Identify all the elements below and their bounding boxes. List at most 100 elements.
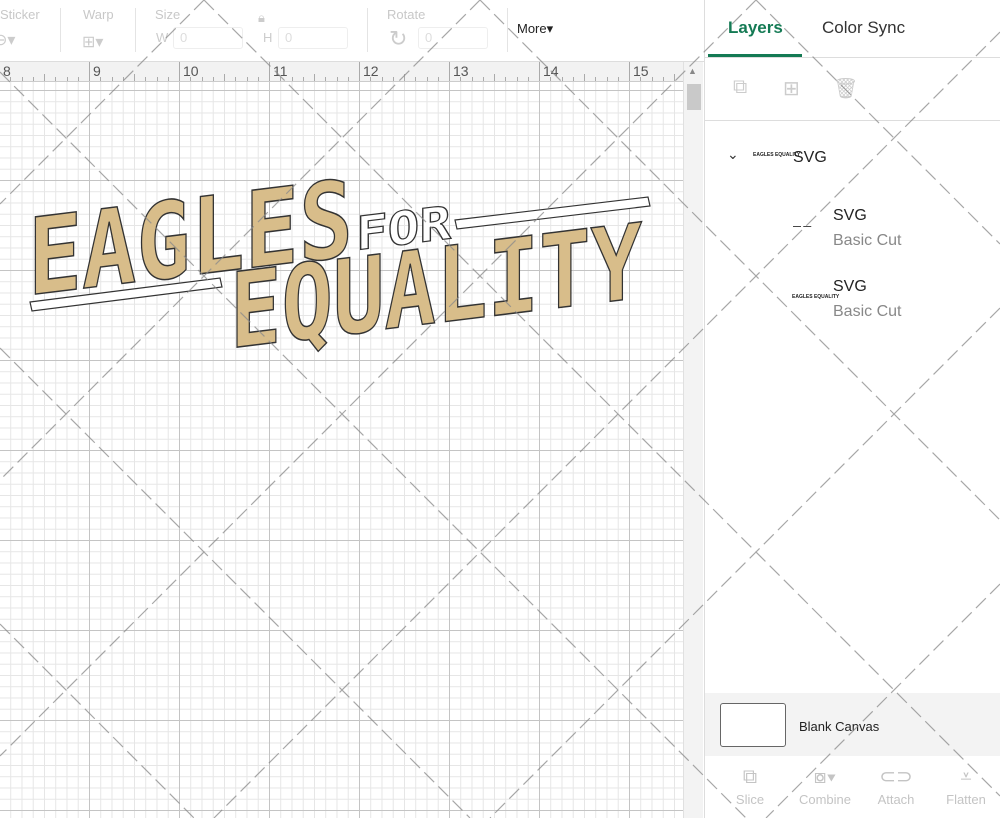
- warp-label: Warp: [83, 7, 114, 22]
- ruler-tick: [145, 77, 146, 81]
- divider: [507, 8, 508, 52]
- ruler-tick: [652, 77, 653, 81]
- layers-panel: Layers Color Sync ⧉ ⊞ 🗑︎ ⌄ EAGLES EQUALI…: [704, 0, 1000, 818]
- horizontal-ruler: 89101112131415: [0, 62, 683, 82]
- ruler-tick: [382, 77, 383, 81]
- tab-color-sync[interactable]: Color Sync: [822, 18, 905, 38]
- flatten-label: Flatten: [931, 792, 1000, 808]
- ruler-tick: [10, 77, 11, 81]
- rotate-label: Rotate: [387, 7, 425, 22]
- ruler-tick: [539, 62, 540, 81]
- ruler-tick: [269, 62, 270, 81]
- blank-canvas-label: Blank Canvas: [799, 719, 879, 734]
- layer-group-name[interactable]: SVG: [793, 149, 827, 167]
- vertical-scrollbar[interactable]: ▲: [683, 62, 703, 818]
- ruler-tick: [483, 77, 484, 81]
- ruler-tick: [157, 77, 158, 81]
- ruler-tick: [370, 77, 371, 81]
- ruler-tick: [67, 77, 68, 81]
- ruler-tick: [584, 74, 585, 81]
- warp-icon[interactable]: ⊞▾: [82, 32, 103, 52]
- design[interactable]: EAGLES FOR EQUALITY: [0, 82, 683, 818]
- width-label: W: [156, 30, 168, 45]
- sticker-icon[interactable]: ⊖▾: [0, 30, 15, 50]
- canvas[interactable]: EAGLES FOR EQUALITY: [0, 82, 683, 818]
- rotate-icon: ↻: [389, 26, 407, 52]
- flatten-icon: ⩡: [931, 762, 1000, 792]
- ruler-tick: [123, 77, 124, 81]
- ruler-tick: [168, 77, 169, 81]
- ruler-tick: [607, 77, 608, 81]
- ruler-tick: [562, 77, 563, 81]
- duplicate-icon[interactable]: ⊞: [783, 76, 800, 101]
- ruler-tick: [258, 77, 259, 81]
- more-label: More: [517, 21, 547, 36]
- more-dropdown[interactable]: More▾: [517, 21, 553, 37]
- combine-button[interactable]: ⧇▾Combine: [790, 762, 860, 814]
- divider: [60, 8, 61, 52]
- height-input[interactable]: 0: [278, 27, 348, 49]
- ruler-tick: [78, 77, 79, 81]
- ruler-tick: [303, 77, 304, 81]
- chevron-down-icon[interactable]: ⌄: [727, 146, 739, 163]
- width-input[interactable]: 0: [173, 27, 243, 49]
- slice-label: Slice: [715, 792, 785, 808]
- blank-canvas-swatch[interactable]: [720, 703, 786, 747]
- ruler-tick: [674, 74, 675, 81]
- ruler-tick: [224, 74, 225, 81]
- blank-canvas-row[interactable]: Blank Canvas: [705, 693, 1000, 756]
- ruler-tick: [213, 77, 214, 81]
- tab-layers[interactable]: Layers: [728, 18, 783, 38]
- ruler-tick: [89, 62, 90, 81]
- lock-icon[interactable]: 🔒︎: [258, 10, 265, 26]
- layer-type: Basic Cut: [833, 303, 901, 321]
- layer-name[interactable]: SVG: [833, 207, 867, 225]
- layer-thumbnail: — ―: [793, 222, 811, 231]
- ruler-tick: [427, 77, 428, 81]
- ruler-tick: [663, 77, 664, 81]
- scroll-up-arrow-icon[interactable]: ▲: [688, 66, 697, 76]
- layer-type: Basic Cut: [833, 232, 901, 250]
- ruler-tick: [415, 77, 416, 81]
- ruler-tick: [292, 77, 293, 81]
- ruler-tick: [55, 77, 56, 81]
- group-icon[interactable]: ⧉: [733, 76, 747, 99]
- ruler-tick: [235, 77, 236, 81]
- toolbar: Sticker ⊖▾ Warp ⊞▾ Size W 0 🔒︎ H 0 Rotat…: [0, 0, 704, 62]
- divider: [367, 8, 368, 52]
- ruler-tick: [100, 77, 101, 81]
- sticker-label: Sticker: [0, 7, 40, 22]
- ruler-tick: [517, 77, 518, 81]
- ruler-tick: [640, 77, 641, 81]
- ruler-tick: [280, 77, 281, 81]
- ruler-tick: [190, 77, 191, 81]
- ruler-tick: [573, 77, 574, 81]
- ruler-tick: [494, 74, 495, 81]
- ruler-tick: [134, 74, 135, 81]
- divider: [135, 8, 136, 52]
- ruler-tick: [550, 77, 551, 81]
- layer-name[interactable]: SVG: [833, 278, 867, 296]
- combine-icon: ⧇▾: [790, 762, 860, 792]
- ruler-tick: [112, 77, 113, 81]
- delete-icon[interactable]: 🗑︎: [833, 76, 858, 101]
- attach-label: Attach: [861, 792, 931, 808]
- flatten-button[interactable]: ⩡Flatten: [931, 762, 1000, 814]
- ruler-tick: [314, 74, 315, 81]
- ruler-tick: [359, 62, 360, 81]
- ruler-tick: [33, 77, 34, 81]
- attach-button[interactable]: ⊂⊃Attach: [861, 762, 931, 814]
- ruler-tick: [595, 77, 596, 81]
- ruler-tick: [348, 77, 349, 81]
- ruler-tick: [44, 74, 45, 81]
- slice-button[interactable]: ⧉Slice: [715, 762, 785, 814]
- ruler-tick: [618, 77, 619, 81]
- rotate-input[interactable]: 0: [418, 27, 488, 49]
- combine-label: Combine: [790, 792, 860, 808]
- size-label: Size: [155, 7, 180, 22]
- scrollbar-thumb[interactable]: [687, 84, 701, 110]
- ruler-tick: [247, 77, 248, 81]
- ruler-tick: [472, 77, 473, 81]
- ruler-tick: [505, 77, 506, 81]
- slice-icon: ⧉: [715, 762, 785, 792]
